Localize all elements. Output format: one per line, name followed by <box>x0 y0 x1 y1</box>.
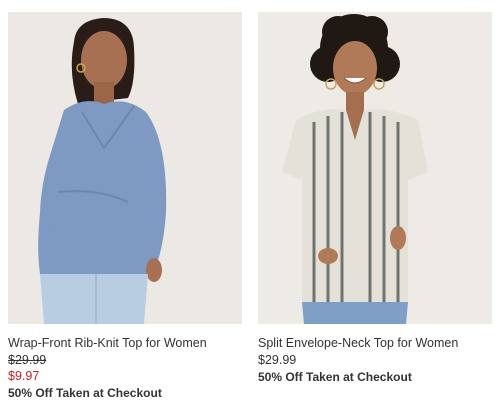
promo-text: 50% Off Taken at Checkout <box>8 386 162 400</box>
product-name[interactable]: Wrap-Front Rib-Knit Top for Women <box>8 336 242 351</box>
product-card[interactable]: Wrap-Front Rib-Knit Top for Women $29.99… <box>8 12 242 401</box>
product-card[interactable]: Split Envelope-Neck Top for Women $29.99… <box>258 12 492 385</box>
price: $29.99 <box>258 353 297 367</box>
product-image[interactable] <box>8 12 242 324</box>
promo-text: 50% Off Taken at Checkout <box>258 370 412 384</box>
original-price: $29.99 <box>8 353 47 367</box>
product-photo-blue-wrap-top <box>8 12 242 324</box>
product-name[interactable]: Split Envelope-Neck Top for Women <box>258 336 492 351</box>
product-grid: Wrap-Front Rib-Knit Top for Women $29.99… <box>0 0 502 408</box>
product-image[interactable] <box>258 12 492 324</box>
product-photo-striped-top <box>258 12 492 324</box>
sale-price: $9.97 <box>8 369 40 383</box>
